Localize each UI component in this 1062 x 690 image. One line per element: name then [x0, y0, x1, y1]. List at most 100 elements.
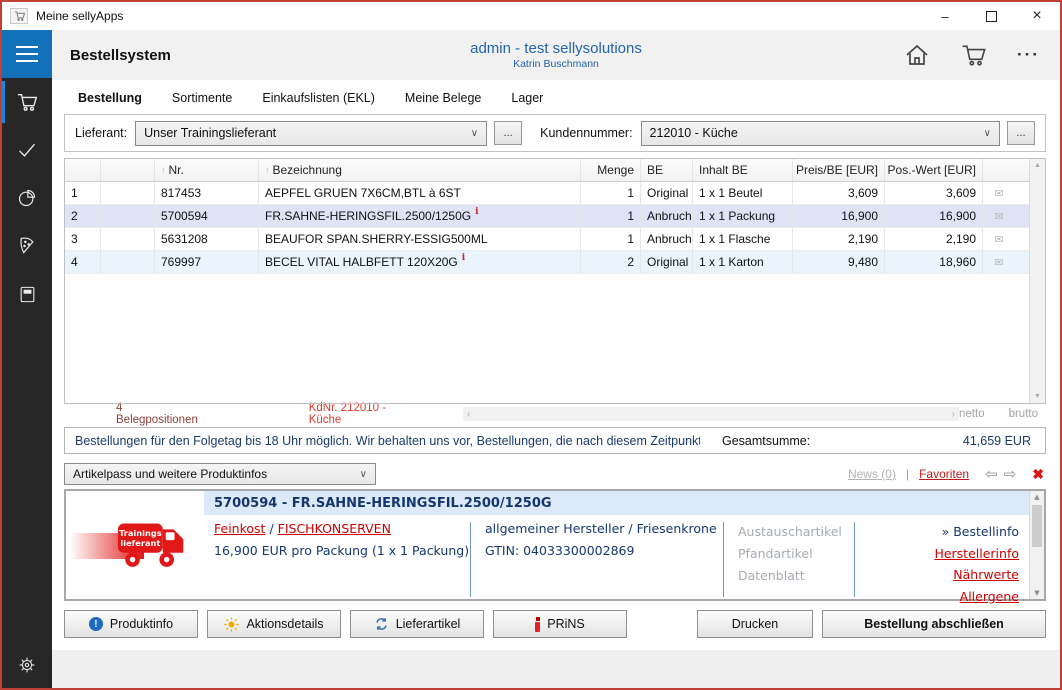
- panel-scrollbar[interactable]: ▲ ▼: [1029, 491, 1044, 599]
- prins-button[interactable]: PRiNS: [493, 610, 627, 638]
- mail-icon[interactable]: ✉: [994, 210, 1003, 223]
- sidebar-item-bestellsystem[interactable]: [2, 78, 52, 126]
- lieferant-select[interactable]: Unser Trainingslieferant ∨: [135, 121, 487, 146]
- lieferartikel-button[interactable]: Lieferartikel: [350, 610, 484, 638]
- minimize-button[interactable]: –: [922, 2, 968, 30]
- app-window: Meine sellyApps – ×: [0, 0, 1062, 690]
- col-header-poswert[interactable]: Pos.-Wert [EUR]: [885, 159, 983, 181]
- maximize-button[interactable]: [968, 2, 1014, 30]
- sort-asc-icon: ↑: [265, 165, 270, 175]
- sun-icon: [224, 617, 239, 632]
- herstellerinfo-link[interactable]: Herstellerinfo: [855, 543, 1019, 565]
- next-article-icon[interactable]: ⇨: [1004, 465, 1017, 483]
- action-button-row: ! Produktinfo Aktionsdetails Lieferartik…: [64, 610, 1046, 638]
- positions-count: 4 Belegpositionen: [116, 402, 207, 426]
- table-row[interactable]: 1 817453 AEPFEL GRUEN 7X6CM,BTL à 6ST 1 …: [65, 182, 1045, 205]
- brutto-toggle[interactable]: brutto: [1009, 408, 1038, 420]
- table-row-selected[interactable]: 2 5700594 FR.SAHNE-HERINGSFIL.2500/1250G…: [65, 205, 1045, 228]
- scroll-up-icon[interactable]: ▲: [1034, 162, 1041, 169]
- price-info: 16,900 EUR pro Packung (1 x 1 Packung): [214, 543, 470, 558]
- home-button[interactable]: [904, 43, 930, 67]
- naehrwerte-link[interactable]: Nährwerte: [855, 564, 1019, 586]
- kundennummer-select[interactable]: 212010 - Küche ∨: [641, 121, 1000, 146]
- category-link[interactable]: Feinkost: [214, 521, 265, 536]
- sidebar-item-katalog[interactable]: [2, 270, 52, 318]
- tab-lager[interactable]: Lager: [511, 91, 543, 105]
- table-status-strip: 4 Belegpositionen KdNr. 212010 - Küche ‹…: [64, 404, 1046, 424]
- sidebar-item-checklist[interactable]: [2, 126, 52, 174]
- tab-sortimente[interactable]: Sortimente: [172, 91, 232, 105]
- favorites-link[interactable]: Favoriten: [919, 467, 969, 481]
- book-icon: [18, 285, 37, 304]
- productinfo-select[interactable]: Artikelpass und weitere Produktinfos ∨: [64, 463, 376, 485]
- sort-asc-icon: ↑: [161, 165, 166, 175]
- prev-article-icon[interactable]: ⇦: [985, 465, 998, 483]
- menu-button[interactable]: [2, 30, 52, 78]
- scroll-left-icon[interactable]: ‹: [467, 409, 470, 420]
- produktinfo-button[interactable]: ! Produktinfo: [64, 610, 198, 638]
- sync-arrows-icon: [374, 617, 389, 631]
- more-menu-button[interactable]: ···: [1017, 45, 1040, 65]
- close-button[interactable]: ×: [1014, 2, 1060, 30]
- flag-pfandartikel: Pfandartikel: [738, 543, 854, 565]
- product-title: 5700594 - FR.SAHNE-HERINGSFIL.2500/1250G: [204, 491, 1029, 515]
- sidebar-item-statistics[interactable]: [2, 174, 52, 222]
- table-row[interactable]: 3 5631208 BEAUFOR SPAN.SHERRY-ESSIG500ML…: [65, 228, 1045, 251]
- col-header-inhalt[interactable]: Inhalt BE: [693, 159, 793, 181]
- prins-flag-icon: i: [462, 253, 465, 263]
- drucken-button[interactable]: Drucken: [697, 610, 813, 638]
- manufacturer-info: allgemeiner Hersteller / Friesenkrone: [485, 521, 723, 536]
- svg-text:lieferant: lieferant: [120, 538, 160, 548]
- tab-einkaufslisten[interactable]: Einkaufslisten (EKL): [262, 91, 375, 105]
- lieferant-label: Lieferant:: [75, 126, 127, 140]
- col-header-preis[interactable]: Preis/BE [EUR]: [793, 159, 885, 181]
- scroll-down-icon[interactable]: ▼: [1034, 393, 1041, 400]
- truck-logo-icon: Trainings lieferant: [116, 513, 194, 575]
- scrollbar-thumb[interactable]: [1032, 505, 1042, 547]
- svg-text:Trainings: Trainings: [119, 528, 162, 538]
- order-table: ↑Nr. ↑Bezeichnung Menge BE Inhalt BE Pre…: [64, 158, 1046, 404]
- product-detail-panel: Trainings lieferant 5700594 - FR.SAHNE-H…: [64, 489, 1046, 601]
- hamburger-icon: [16, 46, 38, 48]
- info-icon: !: [89, 617, 103, 631]
- total-label: Gesamtsumme:: [722, 434, 810, 448]
- mail-icon[interactable]: ✉: [994, 233, 1003, 246]
- table-vertical-scrollbar[interactable]: ▲ ▼: [1029, 159, 1045, 403]
- allergene-link[interactable]: Allergene: [855, 586, 1019, 608]
- tab-meine-belege[interactable]: Meine Belege: [405, 91, 481, 105]
- mail-icon[interactable]: ✉: [994, 256, 1003, 269]
- table-row[interactable]: 4 769997 BECEL VITAL HALBFETT 120X20Gi 2…: [65, 251, 1045, 274]
- cart-button[interactable]: [960, 43, 987, 67]
- tab-bestellung[interactable]: Bestellung: [78, 91, 142, 105]
- col-header-be[interactable]: BE: [641, 159, 693, 181]
- sidebar-item-settings[interactable]: [2, 644, 52, 686]
- tab-bar: Bestellung Sortimente Einkaufslisten (EK…: [78, 91, 1046, 105]
- scroll-right-icon[interactable]: ›: [952, 409, 955, 420]
- separator: |: [906, 467, 909, 481]
- kundennummer-browse-button[interactable]: ...: [1007, 121, 1035, 145]
- kdnr-label: KdNr. 212010 - Küche: [309, 402, 421, 426]
- col-header-bezeichnung[interactable]: ↑Bezeichnung: [259, 159, 581, 181]
- table-horizontal-scrollbar[interactable]: ‹ ›: [463, 407, 959, 421]
- close-panel-icon[interactable]: ✖: [1032, 466, 1044, 483]
- lieferant-browse-button[interactable]: ...: [494, 121, 522, 145]
- news-link[interactable]: News (0): [848, 467, 896, 481]
- supplier-logo: Trainings lieferant: [66, 491, 204, 599]
- window-title: Meine sellyApps: [36, 9, 123, 23]
- mail-icon[interactable]: ✉: [994, 187, 1003, 200]
- netto-toggle[interactable]: netto: [959, 408, 985, 420]
- scroll-up-icon[interactable]: ▲: [1034, 493, 1039, 501]
- col-header-menge[interactable]: Menge: [581, 159, 641, 181]
- order-notice-text: Bestellungen für den Folgetag bis 18 Uhr…: [75, 434, 700, 448]
- col-header-nr[interactable]: ↑Nr.: [155, 159, 259, 181]
- kundennummer-label: Kundennummer:: [540, 126, 632, 140]
- app-logo-icon: [10, 8, 28, 24]
- subcategory-link[interactable]: FISCHKONSERVEN: [278, 521, 391, 536]
- bestellinfo-link[interactable]: » Bestellinfo: [855, 521, 1019, 543]
- scroll-down-icon[interactable]: ▼: [1034, 589, 1039, 597]
- sidebar-item-aktionen[interactable]: [2, 222, 52, 270]
- prins-icon: [535, 617, 540, 632]
- aktionsdetails-button[interactable]: Aktionsdetails: [207, 610, 341, 638]
- bestellung-abschliessen-button[interactable]: Bestellung abschließen: [822, 610, 1046, 638]
- chevron-down-icon: ∨: [360, 469, 367, 480]
